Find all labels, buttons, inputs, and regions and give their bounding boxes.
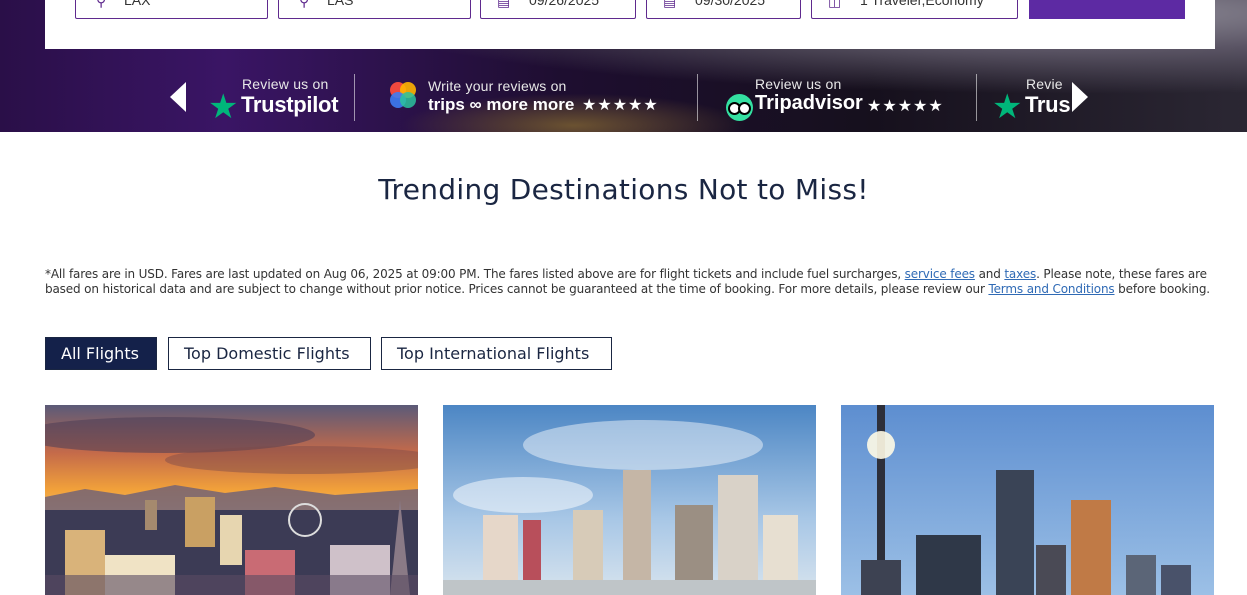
destination-card-image[interactable]	[443, 405, 816, 595]
fare-disclaimer: *All fares are in USD. Fares are last up…	[45, 267, 1215, 297]
location-pin-icon: ⚲	[299, 0, 310, 9]
tripadvisor-brand: Tripadvisor	[755, 92, 863, 114]
divider	[697, 74, 698, 121]
trustpilot-star-icon: ★	[208, 88, 239, 126]
tripadvisor-prefix: Review us on	[755, 76, 842, 92]
hero-banner: ⚲ LAX ⚲ LAS ▤ 09/26/2025 ▤ 09/30/2025 ◫ …	[0, 0, 1247, 132]
origin-field[interactable]: ⚲ LAX	[75, 0, 268, 19]
location-pin-icon: ⚲	[96, 0, 107, 9]
taxes-link[interactable]: taxes	[1004, 267, 1036, 281]
search-flights-button[interactable]	[1029, 0, 1185, 19]
calendar-icon: ▤	[663, 0, 677, 9]
trustpilot-brand: Trus	[1025, 92, 1071, 117]
destination-card-image[interactable]	[45, 405, 418, 595]
divider	[976, 74, 977, 121]
trips-rating-stars: ★★★★★	[582, 97, 659, 114]
trustpilot-brand: Trustpilot	[241, 92, 339, 117]
trips-prefix: Write your reviews on	[428, 78, 567, 94]
calendar-icon: ▤	[497, 0, 511, 9]
destination-value: LAS	[327, 0, 354, 8]
destination-card-image[interactable]	[841, 405, 1214, 595]
reviews-carousel: Review us on ★ Trustpilot Write your rev…	[170, 70, 1090, 126]
carousel-next-arrow-icon[interactable]	[1072, 82, 1088, 112]
tab-top-international-flights[interactable]: Top International Flights	[381, 337, 612, 370]
depart-date-field[interactable]: ▤ 09/26/2025	[480, 0, 636, 19]
service-fees-link[interactable]: service fees	[905, 267, 975, 281]
trips-logo-icon	[388, 80, 418, 110]
seat-icon: ◫	[828, 0, 842, 9]
tripadvisor-rating-stars: ★★★★★	[867, 98, 944, 115]
depart-date-value: 09/26/2025	[529, 0, 600, 8]
disclaimer-text: *All fares are in USD. Fares are last up…	[45, 267, 905, 281]
disclaimer-text: before booking.	[1114, 282, 1210, 296]
trustpilot-prefix: Revie	[1026, 76, 1063, 92]
terms-and-conditions-link[interactable]: Terms and Conditions	[988, 282, 1114, 296]
trustpilot-star-icon: ★	[992, 88, 1023, 126]
travelers-field[interactable]: ◫ 1 Traveler,Economy	[811, 0, 1018, 19]
tab-all-flights[interactable]: All Flights	[45, 337, 157, 370]
trips-brand: trips ∞ more more	[428, 95, 575, 114]
disclaimer-text: and	[974, 267, 1005, 281]
tab-top-domestic-flights[interactable]: Top Domestic Flights	[168, 337, 371, 370]
return-date-field[interactable]: ▤ 09/30/2025	[646, 0, 801, 19]
carousel-prev-arrow-icon[interactable]	[170, 82, 186, 112]
tripadvisor-owl-icon	[726, 94, 753, 121]
origin-value: LAX	[124, 0, 151, 8]
destination-field[interactable]: ⚲ LAS	[278, 0, 471, 19]
section-title: Trending Destinations Not to Miss!	[378, 173, 869, 206]
travelers-value: 1 Traveler,Economy	[860, 0, 984, 8]
flight-search-form: ⚲ LAX ⚲ LAS ▤ 09/26/2025 ▤ 09/30/2025 ◫ …	[45, 0, 1215, 49]
divider	[354, 74, 355, 121]
return-date-value: 09/30/2025	[695, 0, 766, 8]
trustpilot-review-link[interactable]: Revie ★ Trus	[992, 76, 1074, 126]
trustpilot-prefix: Review us on	[242, 76, 329, 92]
